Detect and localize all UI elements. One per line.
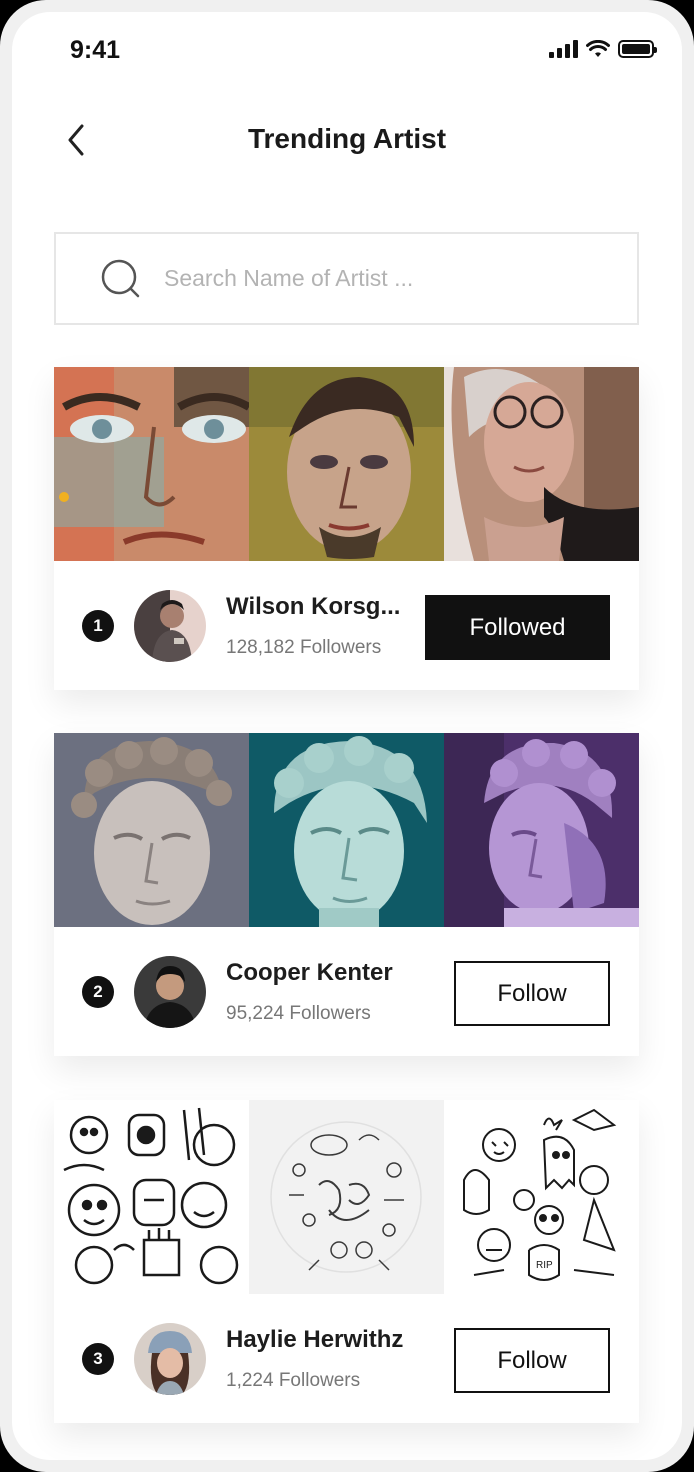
artwork-thumbnail[interactable] — [249, 367, 444, 561]
follower-count: 95,224 Followers — [226, 1003, 371, 1024]
artwork-gallery — [54, 733, 639, 927]
artist-card[interactable]: 1 Wilson Korsg... 128,182 Followers Foll… — [54, 367, 639, 690]
rank-badge: 3 — [82, 1343, 114, 1375]
artwork-thumbnail[interactable] — [54, 733, 249, 927]
status-time: 9:41 — [70, 36, 121, 64]
artwork-thumbnail[interactable] — [249, 1100, 444, 1294]
artwork-thumbnail[interactable]: RIP — [444, 1100, 639, 1294]
artist-card[interactable]: 2 Cooper Kenter 95,224 Followers Follow — [54, 733, 639, 1056]
search-input[interactable] — [164, 265, 637, 292]
artist-name: Wilson Korsg... — [226, 593, 401, 620]
wifi-icon — [586, 40, 610, 57]
follow-button[interactable]: Follow — [454, 1328, 610, 1393]
phone-frame: 9:41 Trending Artist Search Name of Arti… — [0, 0, 694, 1472]
svg-text:RIP: RIP — [536, 1260, 553, 1271]
avatar[interactable] — [134, 1323, 206, 1395]
follow-button[interactable]: Follow — [454, 961, 610, 1026]
artist-info: 3 Haylie Herwithz 1,224 Followers Follow — [54, 1294, 639, 1423]
status-icons — [549, 40, 657, 58]
followed-button[interactable]: Followed — [425, 595, 610, 660]
artwork-thumbnail[interactable] — [249, 733, 444, 927]
battery-icon — [618, 40, 657, 58]
artwork-thumbnail[interactable] — [444, 367, 639, 561]
search-icon — [101, 259, 140, 297]
artwork-thumbnail[interactable] — [54, 367, 249, 561]
avatar[interactable] — [134, 956, 206, 1028]
artist-info: 1 Wilson Korsg... 128,182 Followers Foll… — [54, 561, 639, 690]
page-title: Trending Artist — [247, 123, 447, 154]
follower-count: 1,224 Followers — [226, 1370, 361, 1391]
follower-count: 128,182 Followers — [226, 637, 382, 658]
artist-info: 2 Cooper Kenter 95,224 Followers Follow — [54, 927, 639, 1056]
search-bar[interactable] — [54, 232, 639, 325]
cellular-signal-icon — [549, 40, 578, 58]
artwork-thumbnail[interactable] — [444, 733, 639, 927]
artist-name: Haylie Herwithz — [226, 1326, 404, 1353]
rank-badge: 2 — [82, 976, 114, 1008]
artwork-gallery: RIP — [54, 1100, 639, 1294]
screen: 9:41 Trending Artist Search Name of Arti… — [12, 12, 682, 1460]
artist-name: Cooper Kenter — [226, 959, 393, 986]
rank-badge: 1 — [82, 610, 114, 642]
avatar[interactable] — [134, 590, 206, 662]
artist-card[interactable]: RIP 3 Haylie Herwithz 1,224 Followers Fo… — [54, 1100, 639, 1423]
artwork-gallery — [54, 367, 639, 561]
artwork-thumbnail[interactable] — [54, 1100, 249, 1294]
